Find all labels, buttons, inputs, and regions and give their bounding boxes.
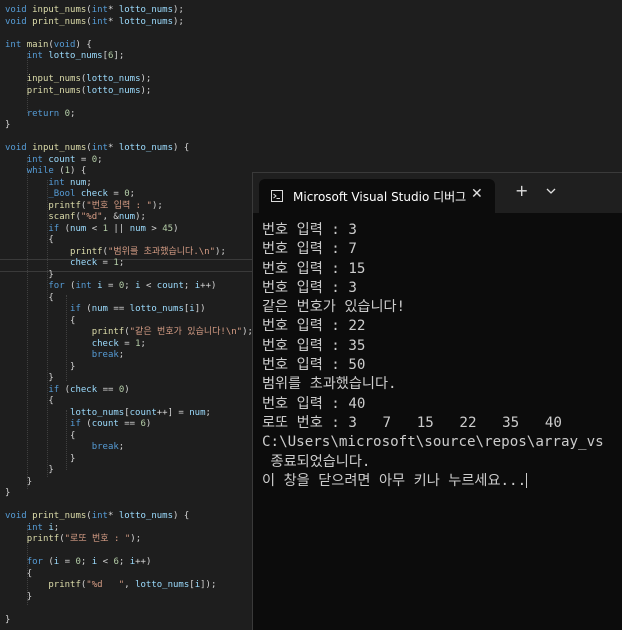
terminal-output: 번호 입력 : 3 번호 입력 : 7 번호 입력 : 15 번호 입력 : 3 같은 … xyxy=(262,221,604,491)
terminal-line-text: 번호 입력 : 3 xyxy=(262,222,357,238)
terminal-line-text: 같은 번호가 있습니다! xyxy=(262,299,406,316)
code-line: } xyxy=(70,453,76,464)
code-line: } xyxy=(70,361,76,372)
terminal-line-text: 번호 입력 : 22 xyxy=(262,318,366,335)
code-line: { xyxy=(70,430,76,441)
tab-title: Microsoft Visual Studio 디버그 xyxy=(293,190,467,204)
code-line: } xyxy=(48,465,54,475)
code-line: _Bool check = 0; xyxy=(48,189,136,199)
code-line: int main(void) { xyxy=(5,39,92,50)
terminal-line: 번호 입력 : 50 xyxy=(262,356,604,375)
terminal-line: 번호 입력 : 3 xyxy=(262,279,604,298)
code-line: int count = 0; xyxy=(26,154,103,165)
code-line: break; xyxy=(91,350,125,360)
terminal-tab[interactable]: Microsoft Visual Studio 디버그 ✕ xyxy=(259,179,495,213)
terminal-line: 종료되었습니다. xyxy=(262,453,604,472)
close-tab-button[interactable]: ✕ xyxy=(471,186,483,202)
code-line: } xyxy=(5,120,11,130)
new-tab-button[interactable]: + xyxy=(515,182,528,200)
code-line: { xyxy=(48,235,54,245)
chevron-down-icon[interactable] xyxy=(545,186,557,196)
code-line: if (num < 1 || num > 45) xyxy=(48,223,179,234)
code-line: if (check == 0) xyxy=(48,384,130,395)
code-line: scanf("%d", &num); xyxy=(48,212,146,222)
code-line: printf("번호 입력 : "); xyxy=(48,200,163,211)
code-line: int lotto_nums[6]; xyxy=(26,51,125,61)
code-line: break; xyxy=(91,442,125,452)
code-line: printf("범위를 초과했습니다.\n"); xyxy=(70,246,226,257)
code-line: int i; xyxy=(26,522,60,533)
code-line: } xyxy=(5,614,11,625)
code-line: printf("%d ", lotto_nums[i]); xyxy=(48,580,217,590)
code-line: check = 1; xyxy=(70,258,125,268)
terminal-line-text: C:\Users\microsoft\source\repos\array_vs xyxy=(262,434,604,451)
terminal-line-text: 종료되었습니다. xyxy=(262,453,371,470)
code-line: } xyxy=(48,269,54,280)
code-line: lotto_nums[count++] = num; xyxy=(70,407,211,418)
terminal-line: 번호 입력 : 22 xyxy=(262,317,604,336)
code-line: } xyxy=(26,476,33,487)
code-line: while (1) { xyxy=(26,166,87,176)
code-line: printf("같은 번호가 있습니다!\n"); xyxy=(91,327,253,337)
terminal-line: 번호 입력 : 7 xyxy=(262,240,604,259)
terminal-line: C:\Users\microsoft\source\repos\array_vs xyxy=(262,433,604,452)
code-line: void print_nums(int* lotto_nums) { xyxy=(5,511,190,521)
code-line: void print_nums(int* lotto_nums); xyxy=(5,16,184,27)
code-line: check = 1; xyxy=(91,338,146,349)
code-line: } xyxy=(5,488,11,498)
terminal-titlebar: Microsoft Visual Studio 디버그 ✕ + xyxy=(253,173,622,213)
code-line: print_nums(lotto_nums); xyxy=(26,85,152,96)
terminal-line-text: 번호 입력 : 15 xyxy=(262,260,366,277)
code-line: for (i = 0; i < 6; i++) xyxy=(26,557,152,567)
terminal-line: 번호 입력 : 40 xyxy=(262,395,604,414)
console-window[interactable]: Microsoft Visual Studio 디버그 ✕ + 번호 입력 : … xyxy=(252,172,622,630)
terminal-line-text: 번호 입력 : 3 xyxy=(262,279,357,296)
terminal-line-text: 이 창을 닫으려면 아무 키나 누르세요... xyxy=(262,472,527,489)
terminal-line: 번호 입력 : 15 xyxy=(262,260,604,279)
terminal-line-text: 범위를 초과했습니다. xyxy=(262,376,397,393)
terminal-line: 이 창을 닫으려면 아무 키나 누르세요... xyxy=(262,472,604,491)
terminal-line-text: 번호 입력 : 35 xyxy=(262,337,366,354)
terminal-line-text: 번호 입력 : 7 xyxy=(262,241,357,258)
terminal-line-text: 로또 번호 : 3 7 15 22 35 40 xyxy=(262,414,562,431)
terminal-line: 같은 번호가 있습니다! xyxy=(262,298,604,317)
code-line: { xyxy=(26,568,33,579)
code-line: void input_nums(int* lotto_nums) { xyxy=(5,143,190,153)
code-line: { xyxy=(70,315,76,326)
text-cursor xyxy=(526,472,528,488)
code-line: printf("로또 번호 : "); xyxy=(26,534,142,544)
code-line: { xyxy=(48,292,54,303)
code-line: } xyxy=(48,373,54,383)
terminal-line: 번호 입력 : 3 xyxy=(262,221,604,240)
code-line: int num; xyxy=(48,177,92,188)
code-line: if (num == lotto_nums[i]) xyxy=(70,304,206,314)
console-icon xyxy=(271,190,283,202)
code-line: if (count == 6) xyxy=(70,419,152,429)
code-line: void input_nums(int* lotto_nums); xyxy=(5,5,184,15)
code-line: } xyxy=(26,591,33,602)
terminal-line: 번호 입력 : 35 xyxy=(262,337,604,356)
code-line: input_nums(lotto_nums); xyxy=(26,74,152,84)
terminal-line: 범위를 초과했습니다. xyxy=(262,375,604,394)
code-line: { xyxy=(48,396,54,406)
terminal-line: 로또 번호 : 3 7 15 22 35 40 xyxy=(262,414,604,433)
terminal-line-text: 번호 입력 : 40 xyxy=(262,395,366,412)
terminal-line-text: 번호 입력 : 50 xyxy=(262,357,366,374)
code-line: for (int i = 0; i < count; i++) xyxy=(48,281,217,291)
code-line: return 0; xyxy=(26,108,76,119)
